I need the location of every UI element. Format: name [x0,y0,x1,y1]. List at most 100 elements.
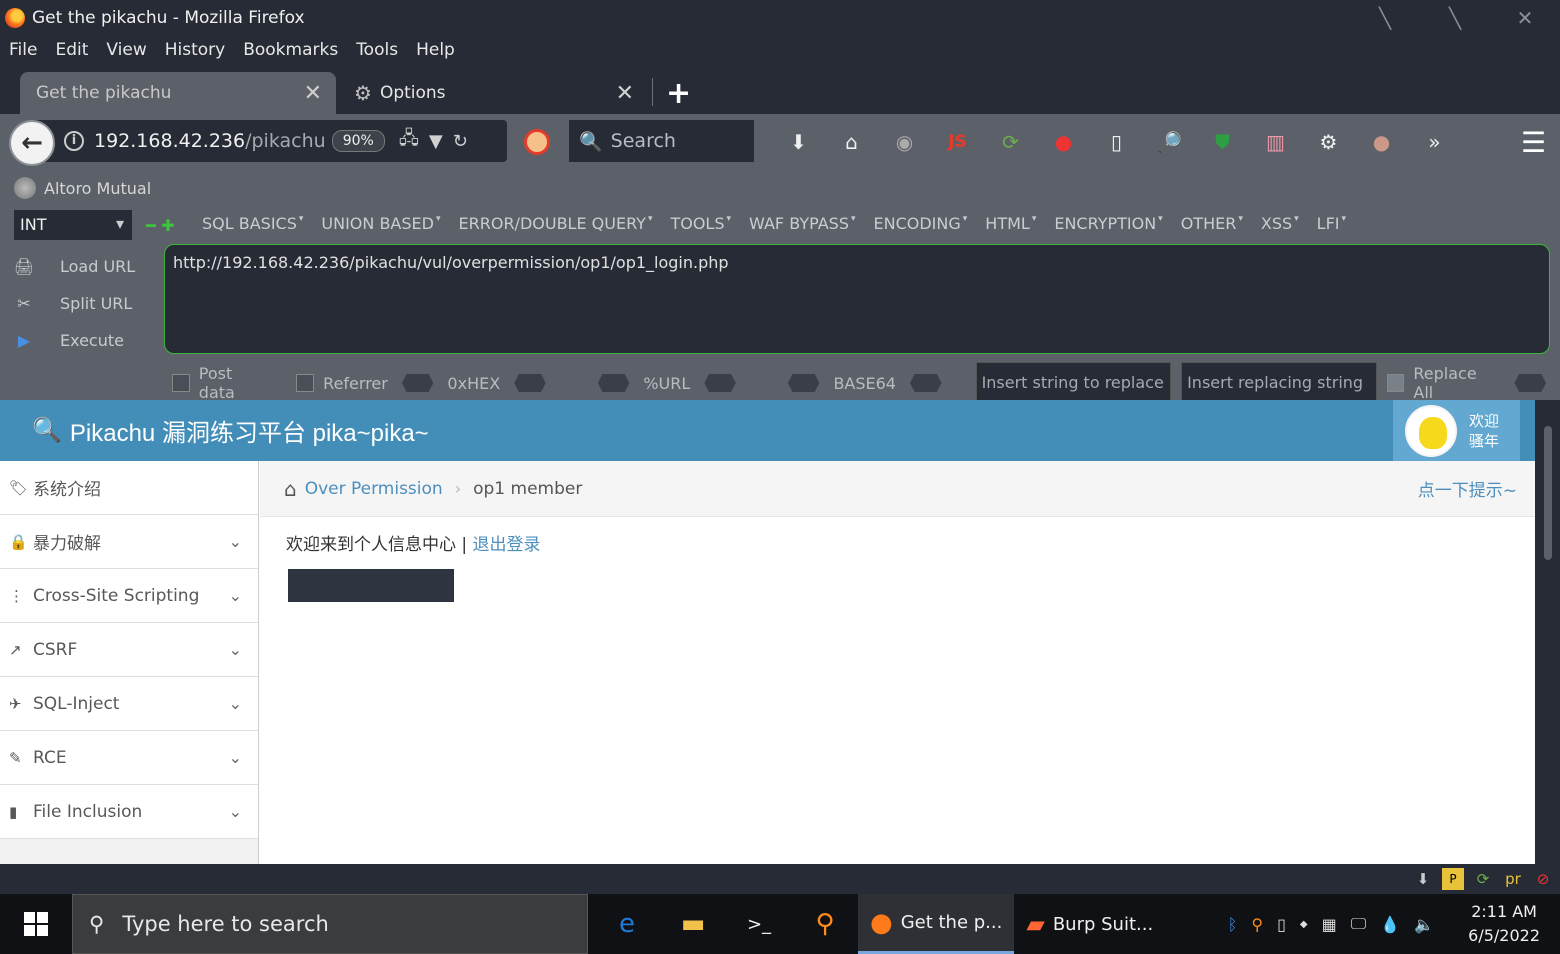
hackbar-menu-tools[interactable]: TOOLS [670,214,731,233]
new-tab-button[interactable]: + [666,76,691,111]
reload-icon[interactable]: ↻ [453,131,468,152]
js-icon[interactable]: JS [931,126,984,158]
info-icon[interactable]: i [64,131,84,151]
system-clock[interactable]: 2:11 AM 6/5/2022 [1468,900,1540,948]
breadcrumb-over-permission[interactable]: Over Permission [305,479,443,499]
hackbar-menu-waf-bypass[interactable]: WAF BYPASS [749,214,855,233]
tab-options[interactable]: ⚙ Options ✕ [348,72,648,114]
hint-link[interactable]: 点一下提示~ [1418,476,1517,501]
referrer-checkbox[interactable] [296,374,315,392]
start-button[interactable] [0,894,72,954]
hex-encode-arrow-icon[interactable] [514,374,546,392]
search-tray-icon[interactable]: ⚲ [1251,915,1263,934]
menu-history[interactable]: History [165,40,225,60]
menu-bookmarks[interactable]: Bookmarks [243,40,338,60]
post-data-checkbox[interactable] [172,374,190,392]
menu-help[interactable]: Help [416,40,455,60]
globe-icon[interactable]: ◉ [878,126,931,158]
terminal-icon[interactable]: >_ [726,894,792,954]
record-icon[interactable]: ● [1037,126,1090,158]
minimize-button[interactable]: ╲ [1368,6,1402,30]
maximize-button[interactable]: ╲ [1438,6,1472,30]
bluetooth-icon[interactable]: ᛒ [1228,915,1238,934]
menu-view[interactable]: View [106,40,146,60]
home-icon[interactable]: ⌂ [825,126,878,158]
sync-icon[interactable]: ⟳ [1472,868,1494,890]
url-decode-arrow-icon[interactable] [597,374,630,392]
scrollbar-thumb[interactable] [1544,426,1552,560]
drop-icon[interactable]: 💧 [1380,915,1400,934]
vmware-icon[interactable]: ▦ [1322,915,1337,934]
p-badge-icon[interactable]: P [1442,868,1464,890]
network-icon[interactable]: 🖧 [399,126,419,156]
replace-all-checkbox[interactable] [1386,374,1405,392]
file-explorer-icon[interactable]: ▬ [660,894,726,954]
extension-icon[interactable]: ▥ [1249,126,1302,158]
nexus-icon[interactable]: ◆ [1300,919,1308,930]
hackbar-menu-other[interactable]: OTHER [1181,214,1243,233]
sidebar-item-sql-inject[interactable]: ✈ SQL-Inject ⌄ [0,677,258,731]
base64-encode-arrow-icon[interactable] [909,374,942,392]
hackbar-plus-minus[interactable]: ━ ✚ [146,216,175,235]
user-menu[interactable]: 欢迎 骚年 [1393,400,1520,461]
chevron-down-icon[interactable]: ▼ [429,131,443,152]
close-window-button[interactable]: ✕ [1508,6,1542,30]
search-input[interactable]: 🔍 Search [569,120,754,162]
hackbar-menu-lfi[interactable]: LFI [1317,214,1346,233]
hackbar-type-select[interactable]: INT [14,210,132,240]
usb-icon[interactable]: ▯ [1277,915,1286,934]
replacing-string-input[interactable]: Insert replacing string [1181,362,1377,404]
load-url-button[interactable]: 🖨 Load URL [12,248,135,285]
sidebar-item-intro[interactable]: 🏷 系统介绍 [0,461,258,515]
cookie-icon[interactable]: ● [1355,126,1408,158]
hackbar-url-textarea[interactable]: http://192.168.42.236/pikachu/vul/overpe… [164,244,1550,354]
sidebar-item-brute-force[interactable]: 🔒 暴力破解 ⌄ [0,515,258,569]
close-tab-icon[interactable]: ✕ [616,81,634,106]
execute-button[interactable]: ▶ Execute [12,322,135,359]
taskbar-burp[interactable]: ▰ Burp Suit... [1014,894,1165,954]
page-scrollbar[interactable] [1535,400,1560,864]
logout-link[interactable]: 退出登录 [473,535,541,555]
hackbar-menu-xss[interactable]: XSS [1261,214,1299,233]
zoom-level[interactable]: 90% [331,130,385,152]
hackbar-menu-sql-basics[interactable]: SQL BASICS [202,214,303,233]
hackbar-menu-union-based[interactable]: UNION BASED [321,214,440,233]
url-bar[interactable]: i 192.168.42.236/pikachu 90% 🖧 ▼ ↻ [32,120,507,162]
sidebar-item-file-inclusion[interactable]: ▮ File Inclusion ⌄ [0,785,258,839]
base64-decode-arrow-icon[interactable] [787,374,820,392]
close-tab-icon[interactable]: ✕ [304,81,322,106]
menu-tools[interactable]: Tools [356,40,398,60]
download-status-icon[interactable]: ⬇ [1412,868,1434,890]
taskbar-firefox[interactable]: ● Get the p... [858,894,1015,954]
pr-icon[interactable]: pr [1502,868,1524,890]
volume-icon[interactable]: 🔈 [1414,915,1434,934]
switch-icon[interactable]: ⟳ [984,126,1037,158]
sidebar-item-xss[interactable]: ⋮ Cross-Site Scripting ⌄ [0,569,258,623]
replace-string-input[interactable]: Insert string to replace [975,362,1172,404]
menu-edit[interactable]: Edit [55,40,88,60]
menu-file[interactable]: File [9,40,37,60]
search-app-icon[interactable]: ⚲ [792,894,858,954]
split-url-button[interactable]: ✂ Split URL [12,285,135,322]
tab-get-the-pikachu[interactable]: Get the pikachu ✕ [20,72,336,114]
edge-icon[interactable]: e [594,894,660,954]
hamburger-menu-icon[interactable]: ☰ [1521,126,1546,159]
back-button[interactable]: ← [9,120,55,166]
magnifier-icon[interactable]: 🔎 [1143,126,1196,158]
brand-title[interactable]: Pikachu 漏洞练习平台 pika~pika~ [70,413,429,448]
network-icon[interactable]: 🖵 [1351,914,1366,934]
clipboard-icon[interactable]: ▯ [1090,126,1143,158]
shield-icon[interactable]: ⛊ [1196,126,1249,158]
overflow-icon[interactable]: » [1408,126,1461,158]
block-icon[interactable]: ⊘ [1532,868,1554,890]
noscript-icon[interactable] [524,129,550,155]
hex-decode-arrow-icon[interactable] [401,374,434,392]
url-encode-arrow-icon[interactable] [704,374,736,392]
hackbar-menu-html[interactable]: HTML [985,214,1036,233]
sidebar-item-rce[interactable]: ✎ RCE ⌄ [0,731,258,785]
settings-icon[interactable]: ⚙ [1302,126,1355,158]
hackbar-menu-encryption[interactable]: ENCRYPTION [1054,214,1162,233]
download-icon[interactable]: ⬇ [772,126,825,158]
sidebar-item-csrf[interactable]: ↗ CSRF ⌄ [0,623,258,677]
replace-arrow-icon[interactable] [1514,374,1546,392]
